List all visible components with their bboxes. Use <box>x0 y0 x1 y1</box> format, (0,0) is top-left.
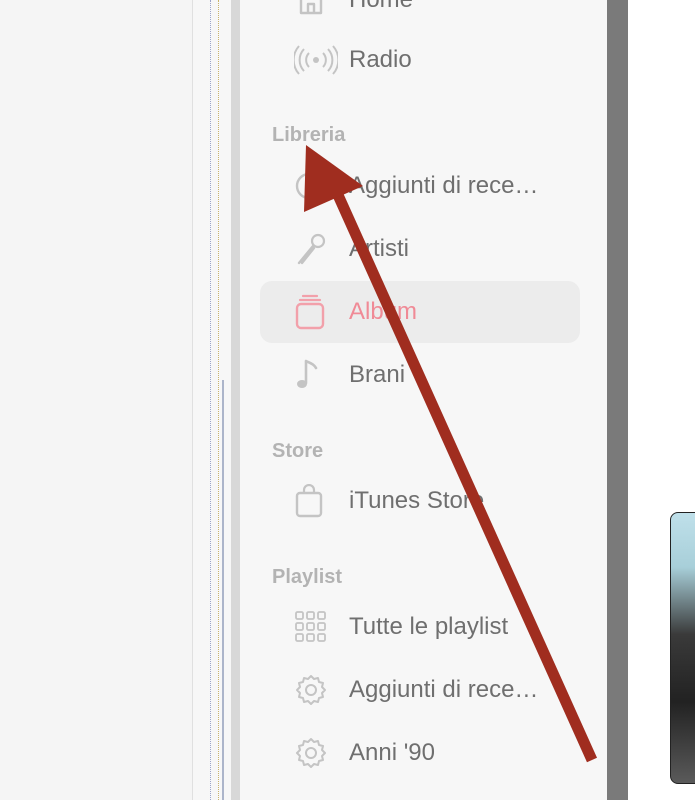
guide-line <box>210 0 211 800</box>
sidebar-item-smart-recently-added[interactable]: Aggiunti di rece… <box>260 659 580 721</box>
sidebar-item-label: Radio <box>349 46 412 73</box>
guide-line <box>222 380 224 800</box>
section-header-store: Store <box>272 440 324 462</box>
sidebar-item-label: Aggiunti di rece… <box>349 172 539 199</box>
sidebar-item-home[interactable]: Home <box>260 0 580 31</box>
sidebar-item-all-playlists[interactable]: Tutte le playlist <box>260 596 580 658</box>
shopping-bag-icon <box>260 484 349 518</box>
guide-line <box>218 0 219 800</box>
sidebar-item-label: iTunes Store <box>349 487 485 514</box>
sidebar-item-label: Tutte le playlist <box>349 613 509 640</box>
home-icon <box>260 0 349 15</box>
sidebar-item-songs[interactable]: Brani <box>260 344 580 406</box>
radio-icon <box>260 45 349 75</box>
clock-icon <box>260 171 349 201</box>
left-pane <box>0 0 193 800</box>
sidebar-item-anni-90[interactable]: Anni '90 <box>260 722 580 784</box>
gear-icon <box>260 673 349 707</box>
sidebar-border <box>231 0 240 800</box>
microphone-icon <box>260 232 349 266</box>
album-icon <box>260 294 349 330</box>
section-header-playlist: Playlist <box>272 566 343 588</box>
sidebar-item-recently-added[interactable]: Aggiunti di rece… <box>260 155 580 217</box>
sidebar-item-label: Anni '90 <box>349 739 435 766</box>
sidebar-item-radio[interactable]: Radio <box>260 29 580 91</box>
sidebar-item-label: Home <box>349 0 413 14</box>
music-note-icon <box>260 358 349 392</box>
section-header-libreria: Libreria <box>272 124 346 146</box>
window-divider[interactable] <box>607 0 628 800</box>
sidebar-item-label: Album <box>349 298 418 325</box>
sidebar-item-artists[interactable]: Artisti <box>260 218 580 280</box>
sidebar-item-label: Brani <box>349 361 406 388</box>
sidebar-item-itunes-store[interactable]: iTunes Store <box>260 470 580 532</box>
sidebar-item-label: Artisti <box>349 235 409 262</box>
grid-icon <box>260 610 349 644</box>
sidebar-item-label: Aggiunti di rece… <box>349 676 539 703</box>
sidebar-item-album[interactable]: Album <box>260 281 580 343</box>
gear-icon <box>260 736 349 770</box>
album-artwork[interactable] <box>670 512 695 784</box>
